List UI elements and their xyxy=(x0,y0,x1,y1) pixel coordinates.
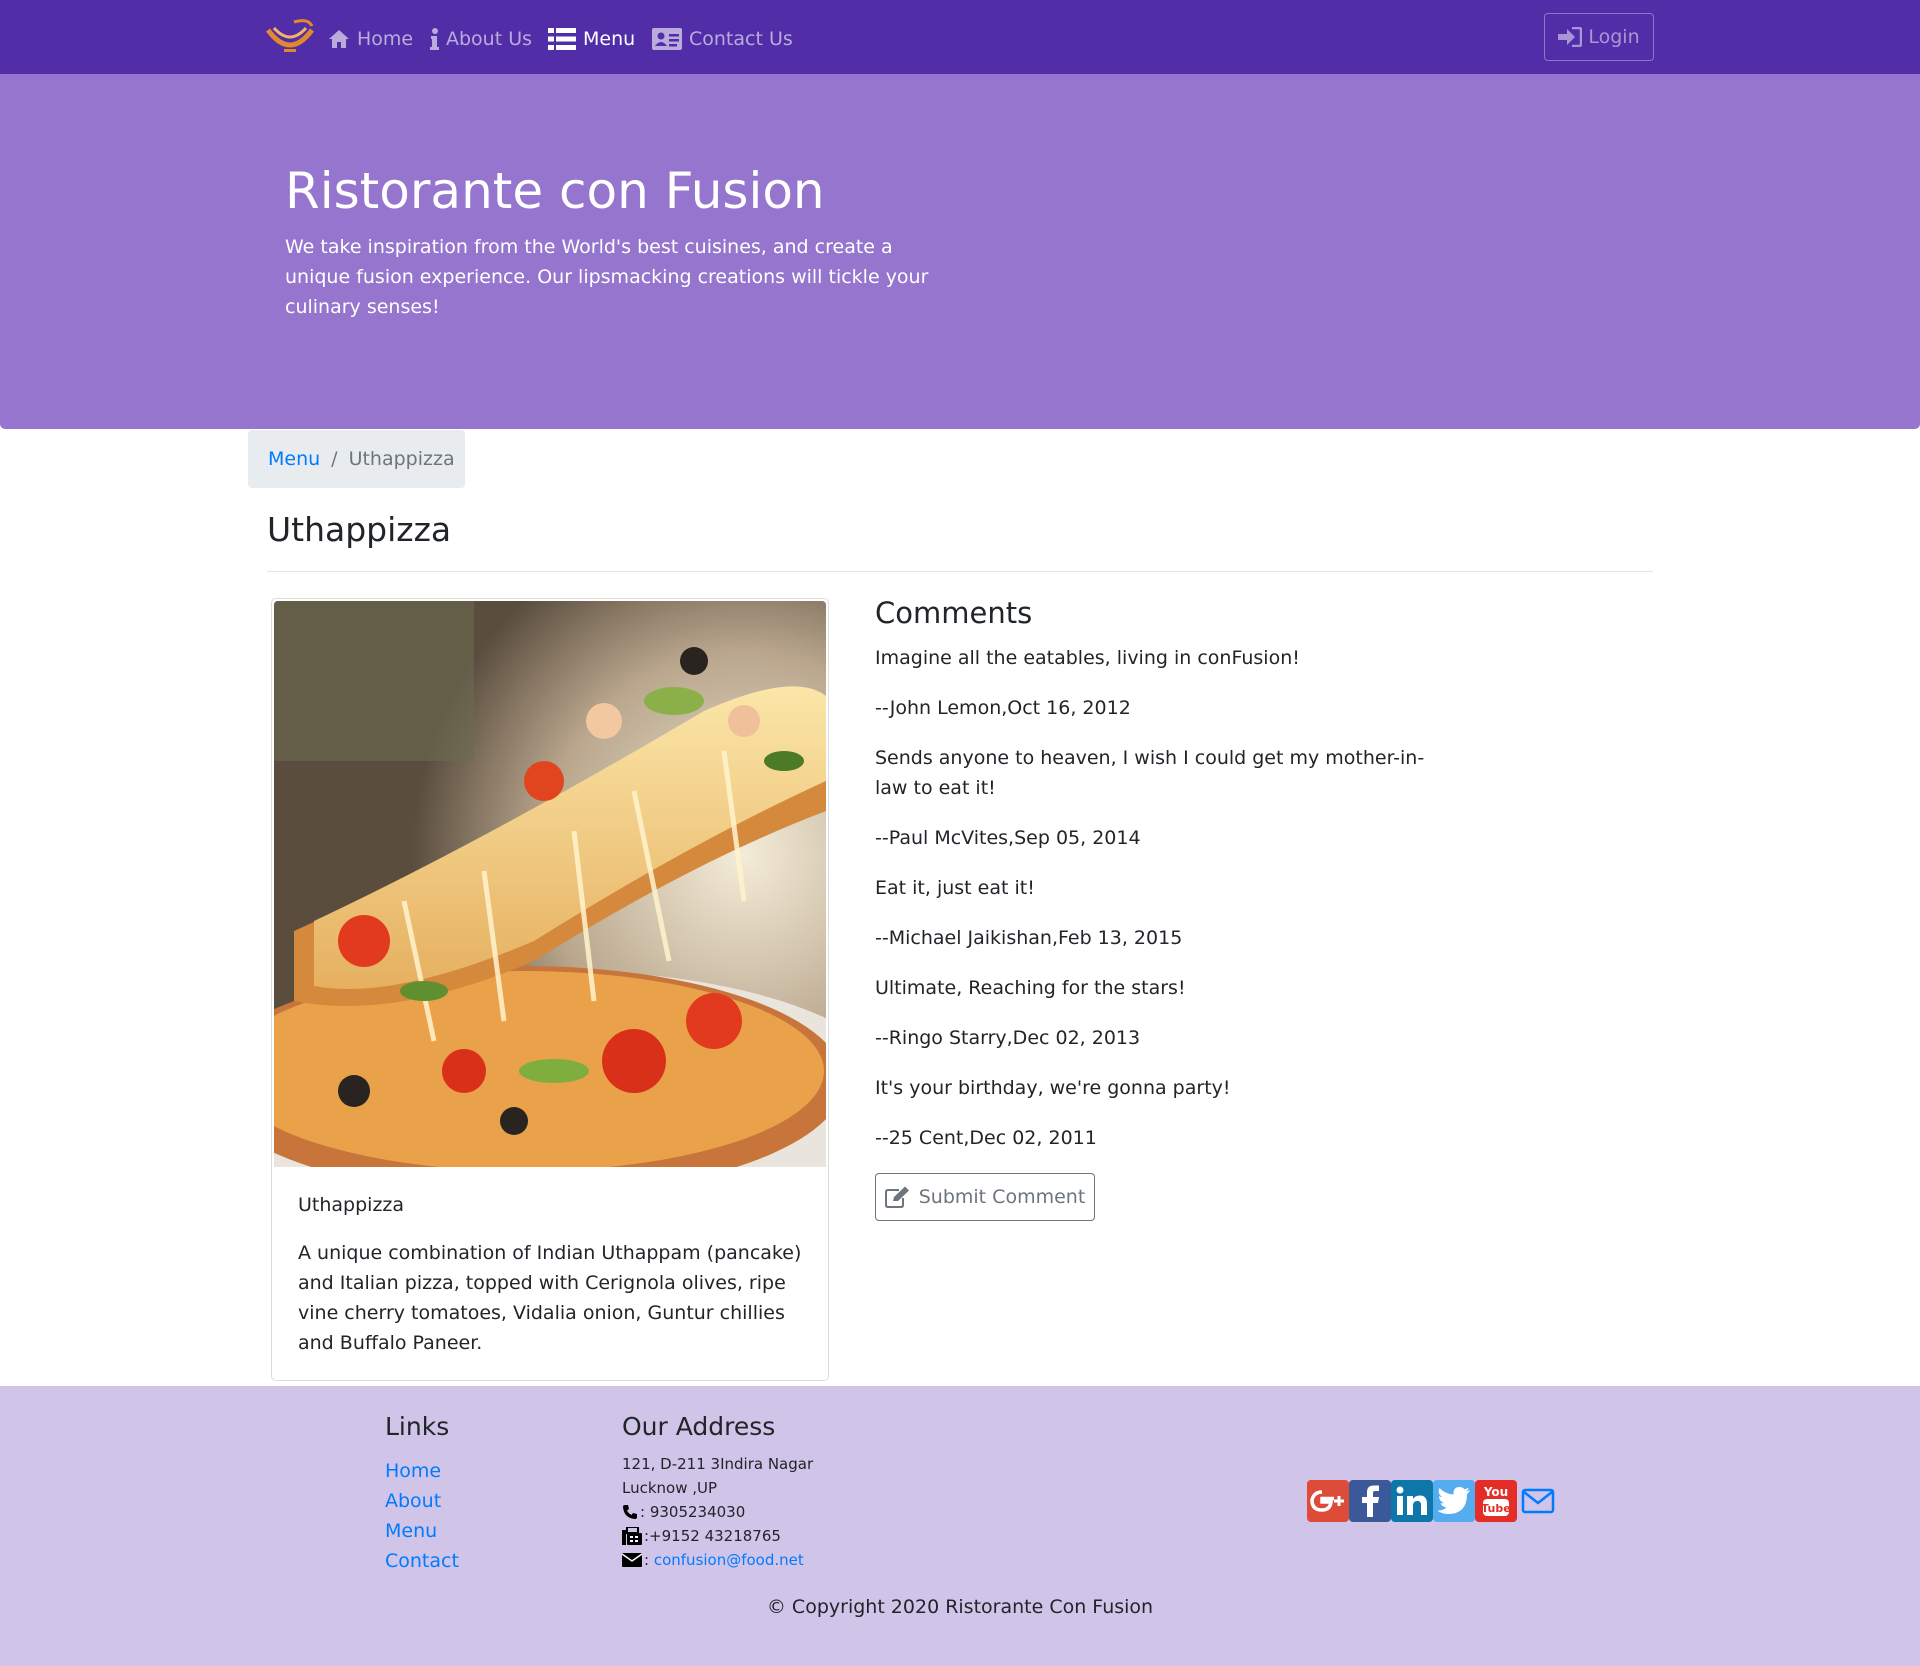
footer-address-heading: Our Address xyxy=(622,1412,776,1441)
facebook-icon[interactable] xyxy=(1349,1480,1391,1522)
svg-text:Tube: Tube xyxy=(1481,1502,1510,1515)
submit-comment-label: Submit Comment xyxy=(918,1186,1086,1208)
comment-list: Imagine all the eatables, living in conF… xyxy=(875,643,1435,1173)
nav-contact-label: Contact Us xyxy=(689,28,793,50)
dish-image xyxy=(274,601,826,1167)
footer: Links Home About Menu Contact Our Addres… xyxy=(0,1386,1920,1666)
phone-icon xyxy=(623,1505,637,1519)
list-icon xyxy=(548,28,576,50)
restaurant-logo-icon[interactable] xyxy=(264,16,316,58)
address-card-icon xyxy=(652,28,682,50)
envelope-icon xyxy=(622,1553,642,1567)
phone-number: : 9305234030 xyxy=(640,1503,746,1521)
copyright: © Copyright 2020 Ristorante Con Fusion xyxy=(766,1596,1154,1618)
comment-text: Ultimate, Reaching for the stars! xyxy=(875,977,1186,999)
phone-row: : 9305234030 xyxy=(622,1500,813,1524)
comment-author: --25 Cent,Dec 02, 2011 xyxy=(875,1127,1097,1149)
google-plus-icon[interactable] xyxy=(1307,1480,1349,1522)
comment-text: It's your birthday, we're gonna party! xyxy=(875,1077,1231,1099)
comment-author: --Michael Jaikishan,Feb 13, 2015 xyxy=(875,927,1183,949)
info-icon xyxy=(430,28,439,50)
restaurant-title: Ristorante con Fusion xyxy=(285,162,825,220)
nav-home[interactable]: Home xyxy=(328,24,413,54)
breadcrumb: Menu / Uthappizza xyxy=(248,430,465,488)
nav-about[interactable]: About Us xyxy=(430,24,532,54)
fax-number: :+9152 43218765 xyxy=(644,1527,781,1545)
footer-link-home[interactable]: Home xyxy=(385,1460,441,1482)
submit-comment-button[interactable]: Submit Comment xyxy=(875,1173,1095,1221)
comment-author: --Ringo Starry,Dec 02, 2013 xyxy=(875,1027,1141,1049)
login-button[interactable]: Login xyxy=(1544,13,1654,61)
footer-link-about[interactable]: About xyxy=(385,1490,441,1512)
address-line: Lucknow ,UP xyxy=(622,1479,718,1497)
pencil-square-icon xyxy=(884,1186,909,1208)
comments-heading: Comments xyxy=(875,596,1033,630)
youtube-icon[interactable]: You Tube xyxy=(1475,1480,1517,1522)
svg-text:You: You xyxy=(1483,1485,1508,1499)
comment-text: Eat it, just eat it! xyxy=(875,877,1035,899)
comment-text: Imagine all the eatables, living in conF… xyxy=(875,647,1300,669)
fax-icon xyxy=(622,1527,642,1545)
breadcrumb-menu-link[interactable]: Menu xyxy=(268,448,320,470)
breadcrumb-separator: / xyxy=(331,448,338,470)
footer-address: 121, D-211 3Indira Nagar Lucknow ,UP : 9… xyxy=(622,1452,813,1572)
footer-link-menu[interactable]: Menu xyxy=(385,1520,437,1542)
fax-row: :+9152 43218765 xyxy=(622,1524,813,1548)
nav-menu-label: Menu xyxy=(583,28,636,50)
mail-icon[interactable] xyxy=(1517,1480,1559,1522)
address-line: 121, D-211 3Indira Nagar xyxy=(622,1455,814,1473)
breadcrumb-current: Uthappizza xyxy=(348,448,455,470)
sign-in-icon xyxy=(1558,27,1583,47)
dish-description: A unique combination of Indian Uthappam … xyxy=(298,1242,802,1354)
login-label: Login xyxy=(1588,26,1640,48)
nav-menu[interactable]: Menu xyxy=(548,24,635,54)
dish-name: Uthappizza xyxy=(298,1194,405,1216)
twitter-icon[interactable] xyxy=(1433,1480,1475,1522)
dish-card: Uthappizza A unique combination of India… xyxy=(271,598,829,1381)
comment-author: --Paul McVites,Sep 05, 2014 xyxy=(875,827,1141,849)
home-icon xyxy=(329,30,349,48)
email-link[interactable]: confusion@food.net xyxy=(654,1548,804,1572)
jumbotron: Ristorante con Fusion We take inspiratio… xyxy=(0,74,1920,429)
nav-about-label: About Us xyxy=(446,28,533,50)
restaurant-tagline: We take inspiration from the World's bes… xyxy=(285,236,929,318)
footer-link-contact[interactable]: Contact xyxy=(385,1550,459,1572)
linkedin-icon[interactable] xyxy=(1391,1480,1433,1522)
comment-author: --John Lemon,Oct 16, 2012 xyxy=(875,697,1131,719)
comment-text: Sends anyone to heaven, I wish I could g… xyxy=(875,747,1425,799)
email-prefix: : xyxy=(644,1551,650,1569)
email-row: : confusion@food.net xyxy=(622,1548,813,1572)
heading-divider xyxy=(267,571,1653,572)
nav-home-label: Home xyxy=(357,28,414,50)
footer-links: Home About Menu Contact xyxy=(385,1456,459,1576)
navbar: Home About Us Menu Contact Us Login xyxy=(0,0,1920,74)
social-buttons: You Tube xyxy=(1307,1480,1559,1522)
footer-links-heading: Links xyxy=(385,1412,450,1441)
page-title: Uthappizza xyxy=(267,510,452,549)
nav-contact[interactable]: Contact Us xyxy=(652,24,793,54)
